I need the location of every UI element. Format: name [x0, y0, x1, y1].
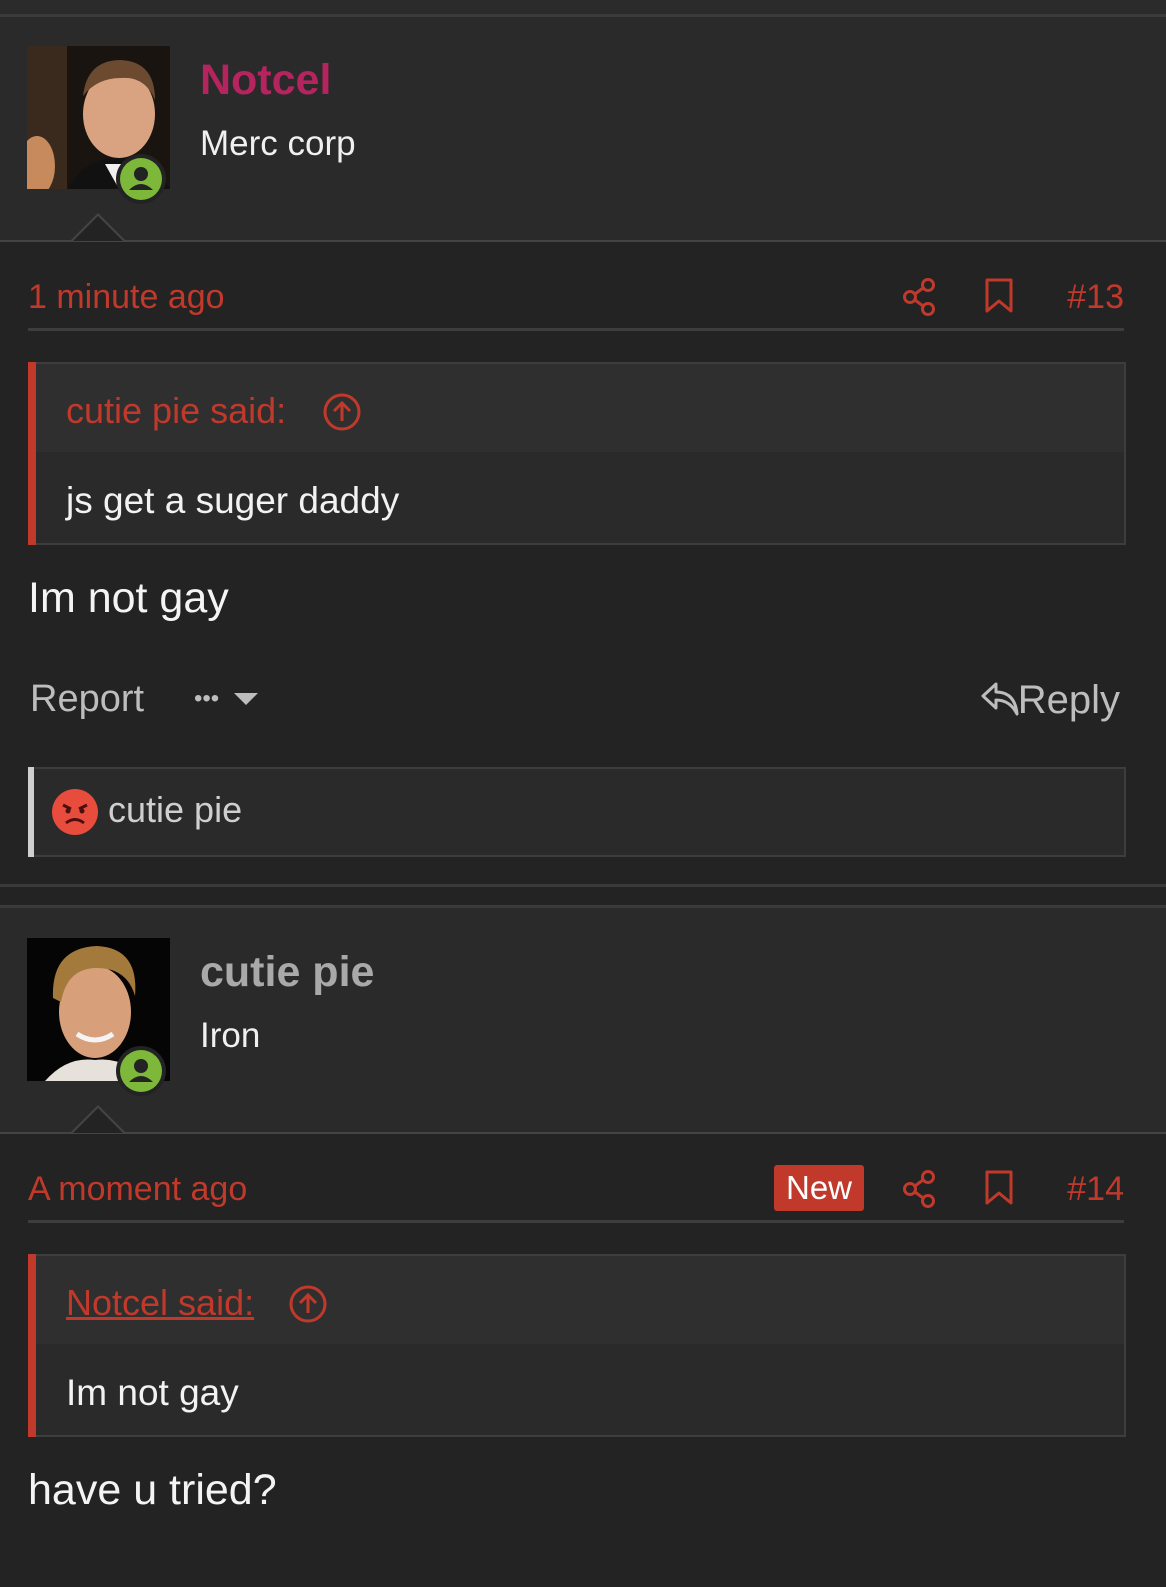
user-online-icon [116, 154, 166, 204]
share-icon[interactable] [902, 1170, 938, 1208]
divider [0, 240, 1166, 242]
quote-block: cutie pie said: js get a suger daddy [28, 362, 1126, 545]
arrow-up-circle-icon[interactable] [288, 1284, 328, 1324]
reaction-user[interactable]: cutie pie [108, 789, 242, 831]
post-time[interactable]: 1 minute ago [28, 278, 225, 317]
user-title: Iron [200, 1016, 261, 1055]
new-badge: New [774, 1165, 865, 1211]
top-bar [0, 0, 1166, 14]
divider [28, 328, 1124, 331]
more-label: ••• [194, 684, 220, 712]
post-time[interactable]: A moment ago [28, 1170, 247, 1209]
quote-author[interactable]: Notcel said: [66, 1282, 254, 1324]
post-meta: A moment ago New #14 [28, 1162, 1124, 1222]
post-message: Im not gay [28, 574, 229, 622]
pointer-notch-inner [73, 1108, 123, 1133]
pointer-notch-inner [73, 216, 123, 241]
post-meta: 1 minute ago #13 [28, 270, 1124, 330]
quote-bar [28, 362, 36, 545]
post-separator [0, 884, 1166, 887]
chevron-down-icon [233, 692, 258, 705]
reply-icon[interactable] [980, 680, 1020, 718]
angry-face-icon [52, 789, 98, 835]
arrow-up-circle-icon[interactable] [322, 392, 362, 432]
post-message: have u tried? [28, 1466, 277, 1514]
quote-bar [28, 1254, 36, 1437]
author-name[interactable]: cutie pie [200, 948, 374, 997]
quote-author[interactable]: cutie pie said: [66, 390, 286, 432]
reactions-bar[interactable]: cutie pie [28, 767, 1126, 857]
quote-text: js get a suger daddy [66, 480, 400, 521]
author-name[interactable]: Notcel [200, 56, 331, 105]
post-number[interactable]: #14 [1067, 1170, 1124, 1209]
divider [28, 1220, 1124, 1223]
reply-button[interactable]: Reply [1018, 678, 1120, 723]
bookmark-icon[interactable] [984, 1170, 1014, 1206]
bookmark-icon[interactable] [984, 278, 1014, 314]
post-number[interactable]: #13 [1067, 278, 1124, 317]
user-header [0, 908, 1166, 1132]
post-actions: Report ••• Reply [28, 676, 1124, 736]
report-button[interactable]: Report [30, 678, 144, 721]
user-online-icon [116, 1046, 166, 1096]
quote-block: Notcel said: Im not gay [28, 1254, 1126, 1437]
divider [0, 1132, 1166, 1134]
quote-text: Im not gay [66, 1372, 239, 1413]
share-icon[interactable] [902, 278, 938, 316]
reactions-accent [28, 767, 34, 857]
user-title: Merc corp [200, 124, 356, 163]
user-header [0, 17, 1166, 240]
more-options-button[interactable]: ••• [194, 676, 258, 719]
